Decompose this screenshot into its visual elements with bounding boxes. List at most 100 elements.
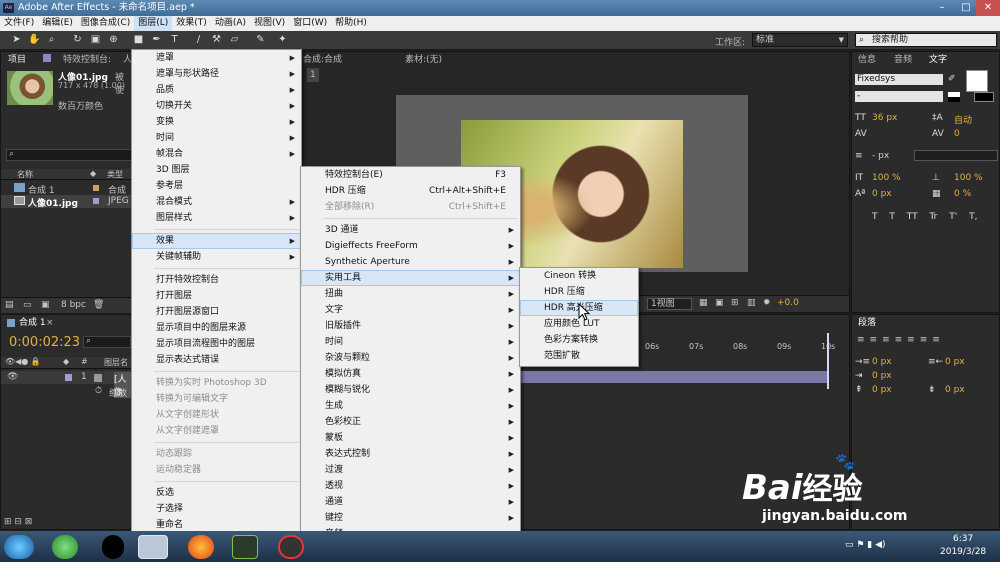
menu-item[interactable]: 旧版插件 ▶ xyxy=(301,318,520,334)
menu-item[interactable]: 显示表达式错误 xyxy=(132,352,301,368)
menu-item[interactable]: 关键帧辅助 ▶ xyxy=(132,249,301,265)
vertical-scale-value[interactable]: 100 % xyxy=(872,173,901,183)
label-column-icon[interactable]: ◆ xyxy=(90,169,96,178)
font-size-value[interactable]: 36 px xyxy=(872,113,897,123)
menu-item[interactable]: 品质 ▶ xyxy=(132,82,301,98)
menu-item[interactable]: 打开特效控制台 xyxy=(132,272,301,288)
space-before-value[interactable]: 0 px xyxy=(872,385,892,395)
indent-first-value[interactable]: 0 px xyxy=(872,371,892,381)
timeline-icon[interactable]: ▥ xyxy=(747,298,756,308)
clone-stamp-tool-icon[interactable]: ⚒ xyxy=(210,33,223,46)
views-select[interactable]: 1视图 xyxy=(647,298,692,310)
pen-tool-icon[interactable]: ✒ xyxy=(150,33,163,46)
pan-behind-tool-icon[interactable]: ⊕ xyxy=(107,33,120,46)
puppet-tool-icon[interactable]: ✦ xyxy=(276,33,289,46)
trash-icon[interactable]: 🗑 xyxy=(93,300,104,310)
menu-item[interactable]: 模拟仿真 ▶ xyxy=(301,366,520,382)
subscript-button[interactable]: T, xyxy=(969,212,977,222)
zoom-tool-icon[interactable]: ⌕ xyxy=(45,33,58,46)
menu-item[interactable]: 色彩方案转换 xyxy=(520,332,638,348)
tab-paragraph[interactable]: 段落 xyxy=(858,316,876,330)
help-search-input[interactable]: ⌕ 搜索帮助 xyxy=(855,33,997,47)
menu-item[interactable]: Synthetic Aperture ▶ xyxy=(301,254,520,270)
file-explorer-icon[interactable] xyxy=(138,535,168,559)
menu-edit[interactable]: 编辑(E) xyxy=(38,16,77,31)
firefox-icon[interactable] xyxy=(188,535,214,559)
menu-help[interactable]: 帮助(H) xyxy=(331,16,371,31)
menu-item[interactable]: 杂波与颗粒 ▶ xyxy=(301,350,520,366)
menu-item[interactable]: 键控 ▶ xyxy=(301,510,520,526)
menu-item[interactable]: 时间 ▶ xyxy=(132,130,301,146)
menu-composition[interactable]: 图像合成(C) xyxy=(77,16,134,31)
menu-item[interactable]: 显示项目流程图中的图层 xyxy=(132,336,301,352)
project-row-footage[interactable]: 人像01.jpg JPEG xyxy=(1,195,134,209)
menu-item[interactable]: 反选 xyxy=(132,485,301,501)
menu-item[interactable]: 3D 图层 xyxy=(132,162,301,178)
tab-effect-controls[interactable]: 特效控制台: xyxy=(63,53,111,67)
menu-item[interactable]: 色彩校正 ▶ xyxy=(301,414,520,430)
type-tool-icon[interactable]: T xyxy=(168,33,181,46)
tab-timeline-comp[interactable]: 合成 1 xyxy=(19,316,46,330)
new-comp-icon[interactable]: ▣ xyxy=(41,300,50,310)
menu-item[interactable]: 混合模式 ▶ xyxy=(132,194,301,210)
roto-brush-tool-icon[interactable]: ✎ xyxy=(254,33,267,46)
project-search-input[interactable]: ⌕ xyxy=(6,149,132,161)
project-row-comp[interactable]: 合成 1 合成 xyxy=(1,182,134,196)
column-name[interactable]: 名称 xyxy=(17,169,33,180)
column-type[interactable]: 类型 xyxy=(107,169,123,180)
menu-item[interactable]: 3D 通道 ▶ xyxy=(301,222,520,238)
menu-effect[interactable]: 效果(T) xyxy=(172,16,211,31)
current-time[interactable]: 0:00:02:23 xyxy=(9,335,80,350)
clock-date[interactable]: 2019/3/28 xyxy=(940,547,986,557)
faux-bold-button[interactable]: T xyxy=(872,212,878,222)
menu-item[interactable]: 图层样式 ▶ xyxy=(132,210,301,226)
layer-row[interactable]: 👁 1 [人像 xyxy=(1,371,131,398)
time-indicator[interactable] xyxy=(827,333,829,389)
stroke-color-swatch[interactable] xyxy=(974,92,994,102)
small-caps-button[interactable]: Tr xyxy=(929,212,937,222)
tab-audio[interactable]: 音频 xyxy=(894,53,912,67)
close-tab-icon[interactable]: × xyxy=(46,316,54,330)
timeline-search-input[interactable]: ⌕ xyxy=(83,336,131,348)
horizontal-scale-value[interactable]: 100 % xyxy=(954,173,983,183)
comp-subtab[interactable]: 1 xyxy=(307,68,319,82)
tracking-value[interactable]: 0 xyxy=(954,129,960,139)
menu-item[interactable]: 切换开关 ▶ xyxy=(132,98,301,114)
menu-item[interactable]: 效果 ▶ xyxy=(132,233,301,249)
tab-footage[interactable]: 素材:(无) xyxy=(405,53,442,67)
stroke-width-value[interactable]: - px xyxy=(872,151,889,161)
flowchart-icon[interactable]: ✹ xyxy=(763,298,771,308)
menu-item[interactable]: HDR 压缩 Ctrl+Alt+Shift+E xyxy=(301,183,520,199)
space-after-value[interactable]: 0 px xyxy=(945,385,965,395)
no-color-icon[interactable] xyxy=(948,92,960,102)
menu-item[interactable]: Digieffects FreeForm ▶ xyxy=(301,238,520,254)
label-color-swatch[interactable] xyxy=(65,374,72,381)
timeline-footer-switches[interactable]: ⊞ ⊟ ⊠ xyxy=(4,517,64,529)
qq-icon[interactable] xyxy=(102,535,124,559)
start-button[interactable] xyxy=(4,535,34,559)
leading-value[interactable]: 自动 xyxy=(954,113,972,126)
font-family-select[interactable]: Fixedsys xyxy=(855,74,943,85)
menu-item[interactable]: 文字 ▶ xyxy=(301,302,520,318)
indent-right-value[interactable]: 0 px xyxy=(945,357,965,367)
fill-color-swatch[interactable] xyxy=(966,70,988,92)
baseline-shift-value[interactable]: 0 px xyxy=(872,189,892,199)
menu-item[interactable]: 子选择 xyxy=(132,501,301,517)
browser-360-icon[interactable] xyxy=(52,535,78,559)
menu-animation[interactable]: 动画(A) xyxy=(211,16,250,31)
exposure-value[interactable]: +0.0 xyxy=(777,298,799,308)
tsume-value[interactable]: 0 % xyxy=(954,189,971,199)
pixel-aspect-icon[interactable]: ▣ xyxy=(715,298,724,308)
media-app-icon[interactable] xyxy=(232,535,258,559)
superscript-button[interactable]: T' xyxy=(949,212,957,222)
menu-item[interactable]: Cineon 转换 xyxy=(520,268,638,284)
fast-preview-icon[interactable]: ⊞ xyxy=(731,298,739,308)
eraser-tool-icon[interactable]: ▱ xyxy=(228,33,241,46)
clock-time[interactable]: 6:37 xyxy=(953,534,973,544)
tab-character[interactable]: 文字 xyxy=(929,53,947,67)
menu-item[interactable]: 模糊与锐化 ▶ xyxy=(301,382,520,398)
menu-item[interactable]: HDR 压缩 xyxy=(520,284,638,300)
menu-view[interactable]: 视图(V) xyxy=(250,16,289,31)
menu-item[interactable]: 过渡 ▶ xyxy=(301,462,520,478)
menu-item[interactable]: 打开图层源窗口 xyxy=(132,304,301,320)
